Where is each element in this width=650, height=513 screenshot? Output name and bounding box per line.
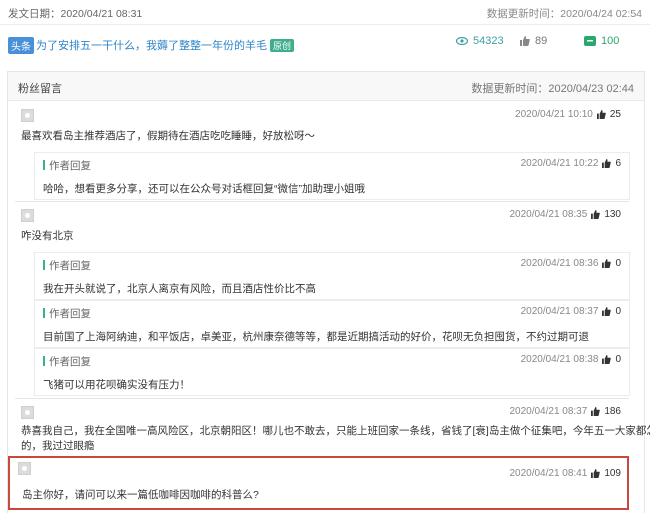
comment-text-line-1: 恭喜我自己，我在全国唯一高风险区，北京朝阳区！哪儿也不敢去，只能上班回家一条线，… — [21, 425, 650, 437]
divider — [15, 398, 629, 399]
article-row: 头条 为了安排五一干什么，我薅了整整一年份的羊毛 原创 54323 89 100 — [0, 24, 650, 64]
reply-text: 飞猪可以用花呗确实没有压力！ — [43, 379, 190, 391]
data-update-time: 数据更新时间：2020/04/24 02:54 — [486, 8, 642, 20]
thumbs-up-icon[interactable] — [602, 307, 612, 316]
reply-likes: 0 — [615, 258, 621, 269]
reply-likes: 0 — [615, 306, 621, 317]
comment-time: 2020/04/21 10:10 — [515, 109, 593, 120]
comment-text: 岛主你好，请问可以来一篇低咖啡因咖啡的科普么? — [22, 489, 259, 501]
reply-meta: 2020/04/21 08:37 0 — [521, 306, 621, 317]
message-icon — [584, 36, 596, 46]
eye-icon — [456, 37, 468, 45]
reply-likes: 6 — [615, 158, 621, 169]
avatar — [21, 406, 34, 419]
comment-text: 咋没有北京 — [21, 230, 74, 242]
comment-text-line-2: 的，我过过眼瘾 — [21, 440, 95, 452]
reply-time: 2020/04/21 08:36 — [520, 258, 599, 269]
thumbs-up-icon[interactable] — [596, 110, 606, 119]
reply-time: 2020/04/21 10:22 — [520, 158, 599, 169]
thumbs-up-icon — [520, 36, 530, 46]
thumbs-up-icon[interactable] — [602, 259, 612, 268]
reply-meta: 2020/04/21 08:36 0 — [521, 258, 621, 269]
comment-meta: 2020/04/21 10:10 25 — [515, 109, 621, 120]
likes-stat: 89 — [520, 35, 547, 47]
article-title-link[interactable]: 为了安排五一干什么，我薅了整整一年份的羊毛 原创 — [36, 37, 295, 53]
reply-text: 我在开头就说了，北京人离京有风险，而且酒店性价比不高 — [43, 283, 316, 295]
comment-likes: 186 — [604, 406, 621, 417]
comment-item: 2020/04/21 10:10 25 最喜欢看岛主推荐酒店了，假期待在酒店吃吃… — [15, 104, 630, 200]
favorites-count: 100 — [601, 35, 620, 47]
comments-panel-header: 粉丝留言 数据更新时间：2020/04/23 02:44 — [8, 72, 644, 101]
reads-stat: 54323 — [456, 35, 504, 47]
comment-time: 2020/04/21 08:41 — [509, 468, 588, 479]
favorites-stat: 100 — [584, 35, 619, 47]
comment-meta: 2020/04/21 08:35 130 — [509, 209, 621, 220]
reads-count: 54323 — [473, 35, 504, 47]
thumbs-up-icon[interactable] — [591, 407, 601, 416]
highlighted-comment: 2020/04/21 08:41 109 岛主你好，请问可以来一篇低咖啡因咖啡的… — [8, 456, 629, 510]
author-reply: 作者回复 2020/04/21 08:37 0 目前国了上海阿纳迪，和平饭店，卓… — [34, 300, 630, 348]
author-reply-label: 作者回复 — [43, 158, 91, 173]
reply-time: 2020/04/21 08:38 — [520, 354, 599, 365]
avatar — [21, 109, 34, 122]
likes-count: 89 — [535, 35, 548, 47]
comment-text: 最喜欢看岛主推荐酒店了，假期待在酒店吃吃睡睡，好放松呀～ — [21, 130, 315, 142]
headline-tag: 头条 — [8, 37, 34, 54]
author-reply: 作者回复 2020/04/21 08:36 0 我在开头就说了，北京人离京有风险… — [34, 252, 630, 300]
author-reply-label: 作者回复 — [43, 258, 91, 273]
reply-meta: 2020/04/21 08:38 0 — [521, 354, 621, 365]
comment-likes: 130 — [604, 209, 621, 220]
top-bar: 发文日期：2020/04/21 08:31 数据更新时间：2020/04/24 … — [0, 0, 650, 25]
author-reply: 作者回复 2020/04/21 08:38 0 飞猪可以用花呗确实没有压力！ — [34, 348, 630, 396]
comment-meta: 2020/04/21 08:41 109 — [509, 468, 621, 479]
avatar — [21, 209, 34, 222]
publish-date: 发文日期：2020/04/21 08:31 — [8, 8, 143, 20]
divider — [15, 201, 629, 202]
reply-time: 2020/04/21 08:37 — [520, 306, 599, 317]
reply-meta: 2020/04/21 10:22 6 — [521, 158, 621, 169]
reply-text: 目前国了上海阿纳迪，和平饭店，卓美亚，杭州康奈德等等，都是近期搞活动的好价，花呗… — [43, 331, 589, 343]
comment-item: 2020/04/21 08:35 130 咋没有北京 作者回复 2020/04/… — [15, 204, 630, 396]
thumbs-up-icon[interactable] — [602, 355, 612, 364]
comments-panel-title: 粉丝留言 — [18, 83, 62, 95]
comment-time: 2020/04/21 08:35 — [509, 209, 588, 220]
comments-panel-update: 数据更新时间：2020/04/23 02:44 — [471, 83, 634, 95]
article-title[interactable]: 为了安排五一干什么，我薅了整整一年份的羊毛 — [36, 40, 267, 52]
comment-likes: 25 — [609, 109, 621, 120]
author-reply-label: 作者回复 — [43, 354, 91, 369]
reply-likes: 0 — [615, 354, 621, 365]
comment-meta: 2020/04/21 08:37 186 — [509, 406, 621, 417]
thumbs-up-icon[interactable] — [591, 469, 601, 478]
reply-text: 哈哈，想看更多分享，还可以在公众号对话框回复“微信”加助理小姐哦 — [43, 183, 365, 195]
author-reply-label: 作者回复 — [43, 306, 91, 321]
thumbs-up-icon[interactable] — [602, 159, 612, 168]
comment-likes: 109 — [604, 468, 621, 479]
comment-time: 2020/04/21 08:37 — [509, 406, 588, 417]
original-badge: 原创 — [270, 39, 295, 52]
author-reply: 作者回复 2020/04/21 10:22 6 哈哈，想看更多分享，还可以在公众… — [34, 152, 630, 200]
thumbs-up-icon[interactable] — [591, 210, 601, 219]
avatar — [18, 462, 31, 475]
comment-item: 2020/04/21 08:37 186 恭喜我自己，我在全国唯一高风险区，北京… — [15, 401, 650, 453]
